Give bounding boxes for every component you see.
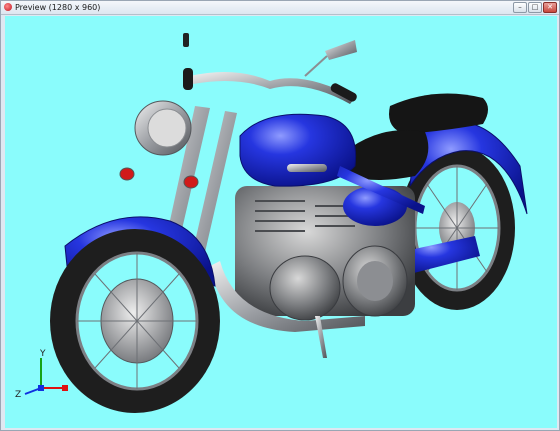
scene: Y Z <box>15 33 528 413</box>
close-button[interactable]: ✕ <box>543 2 557 13</box>
axis-label-z: Z <box>15 390 21 400</box>
window-title: Preview (1280 x 960) <box>15 3 101 12</box>
handlebars <box>183 33 357 104</box>
maximize-button[interactable]: □ <box>528 2 542 13</box>
title-bar[interactable]: Preview (1280 x 960) – □ ✕ <box>1 1 559 15</box>
minimize-button[interactable]: – <box>513 2 527 13</box>
turn-signal-right <box>183 175 199 189</box>
3d-viewport[interactable]: Y Z <box>5 16 557 428</box>
front-wheel <box>50 229 220 413</box>
turn-signal-left <box>119 167 135 181</box>
axis-label-y: Y <box>39 349 46 359</box>
preview-window: Preview (1280 x 960) – □ ✕ Y Z <box>0 0 560 431</box>
app-icon <box>4 3 12 11</box>
headlight <box>134 100 192 156</box>
